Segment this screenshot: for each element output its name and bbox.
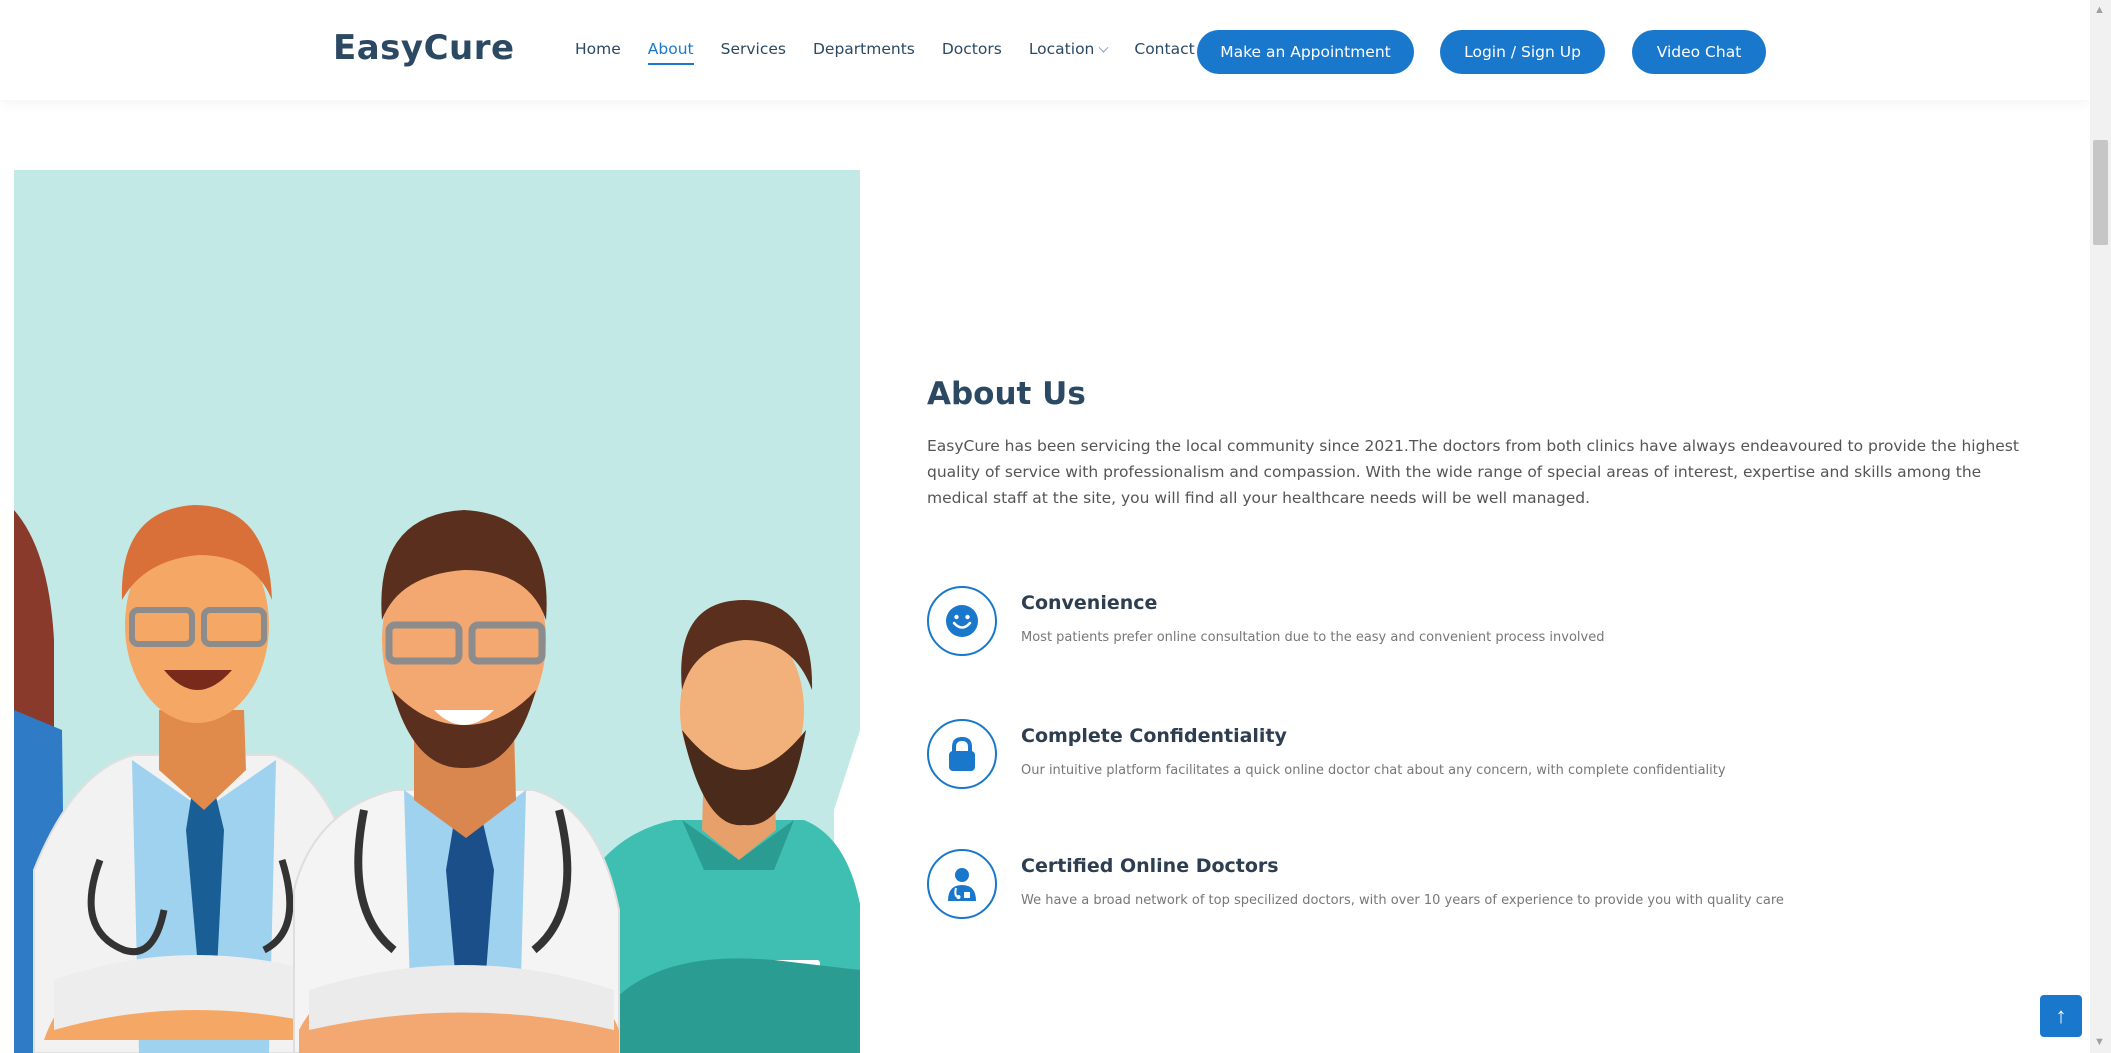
chevron-down-icon <box>1098 42 1109 53</box>
main-nav: Home About Services Departments Doctors … <box>575 40 1195 65</box>
doctor-icon <box>927 849 997 919</box>
nav-doctors[interactable]: Doctors <box>942 40 1002 65</box>
smile-icon <box>927 586 997 656</box>
about-description: EasyCure has been servicing the local co… <box>927 437 2019 507</box>
feature-title: Complete Confidentiality <box>1021 725 1287 747</box>
nav-about[interactable]: About <box>647 40 694 65</box>
nav-location-label: Location <box>1028 40 1095 58</box>
make-appointment-button[interactable]: Make an Appointment <box>1197 30 1414 74</box>
nav-location[interactable]: Location <box>1028 40 1109 65</box>
login-signup-button[interactable]: Login / Sign Up <box>1440 30 1605 74</box>
nav-services[interactable]: Services <box>721 40 786 65</box>
scrollbar-thumb[interactable] <box>2093 140 2108 245</box>
page-scrollbar[interactable]: ▲ ▼ <box>2090 0 2111 1053</box>
nav-home[interactable]: Home <box>575 40 621 65</box>
doctors-illustration <box>14 170 860 1053</box>
feature-description: We have a broad network of top specilize… <box>1021 893 1784 908</box>
nav-contact[interactable]: Contact <box>1134 40 1194 65</box>
about-title: About Us <box>927 376 1086 412</box>
feature-description: Our intuitive platform facilitates a qui… <box>1021 763 1726 778</box>
site-header: EasyCure Home About Services Departments… <box>0 0 2090 100</box>
scroll-up-arrow-icon[interactable]: ▲ <box>2094 4 2105 16</box>
video-chat-button[interactable]: Video Chat <box>1632 30 1766 74</box>
feature-description: Most patients prefer online consultation… <box>1021 630 1605 645</box>
site-logo[interactable]: EasyCure <box>333 28 515 68</box>
back-to-top-button[interactable]: ↑ <box>2040 995 2082 1037</box>
doctors-illustration-art <box>14 505 860 1053</box>
lock-icon <box>927 719 997 789</box>
arrow-up-icon: ↑ <box>2055 1003 2067 1028</box>
scroll-down-arrow-icon[interactable]: ▼ <box>2094 1036 2105 1048</box>
nav-departments[interactable]: Departments <box>813 40 915 65</box>
feature-title: Certified Online Doctors <box>1021 855 1279 877</box>
feature-title: Convenience <box>1021 592 1158 614</box>
